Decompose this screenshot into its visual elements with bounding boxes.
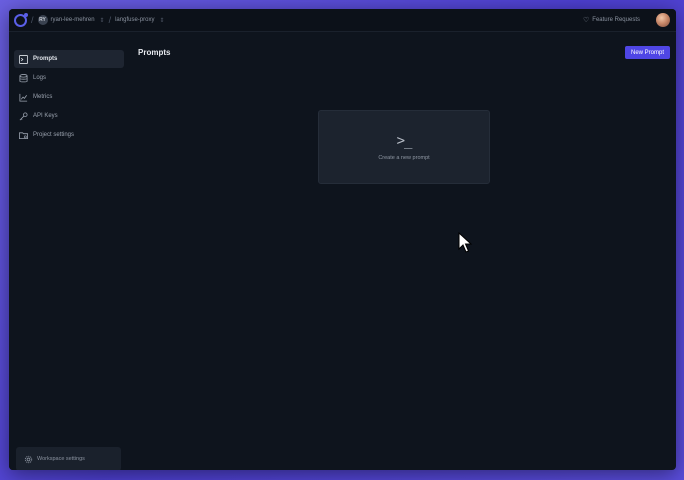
sidebar-item-prompts[interactable]: Prompts xyxy=(14,50,124,68)
chart-icon xyxy=(18,92,28,102)
chevron-updown-icon[interactable]: ⇕ xyxy=(100,17,105,24)
sidebar-item-label: Metrics xyxy=(33,94,53,100)
sidebar: Prompts Logs Metrics API Keys Project se… xyxy=(9,33,127,470)
sidebar-item-label: Project settings xyxy=(33,132,75,138)
folder-gear-icon xyxy=(18,130,28,140)
workspace-settings-label: Workspace settings xyxy=(37,456,85,462)
create-prompt-card[interactable]: >_ Create a new prompt xyxy=(318,110,490,184)
create-prompt-label: Create a new prompt xyxy=(378,155,430,161)
workspace-switcher[interactable]: ryan-lee-mehren xyxy=(51,17,95,23)
heart-icon: ♡ xyxy=(583,17,590,24)
workspace-settings-button[interactable]: Workspace settings xyxy=(16,447,121,470)
project-switcher[interactable]: langfuse-proxy xyxy=(115,17,154,23)
main-content: Prompts New Prompt >_ Create a new promp… xyxy=(127,33,676,470)
sidebar-item-metrics[interactable]: Metrics xyxy=(14,88,124,106)
chevron-updown-icon[interactable]: ⇕ xyxy=(159,17,164,24)
user-avatar[interactable] xyxy=(656,13,670,27)
database-icon xyxy=(18,73,28,83)
sidebar-item-label: Prompts xyxy=(33,56,58,62)
sidebar-item-logs[interactable]: Logs xyxy=(14,69,124,87)
workspace-avatar: RY xyxy=(37,15,48,25)
gear-icon xyxy=(23,454,33,464)
feature-requests-link[interactable]: ♡ Feature Requests xyxy=(583,16,640,24)
sidebar-item-label: API Keys xyxy=(33,113,58,119)
breadcrumb-separator: / xyxy=(108,15,112,25)
top-right-actions: ♡ Feature Requests xyxy=(583,13,670,27)
sidebar-item-api-keys[interactable]: API Keys xyxy=(14,107,124,125)
sidebar-item-project-settings[interactable]: Project settings xyxy=(14,126,124,144)
mouse-cursor-icon xyxy=(458,232,473,253)
feature-requests-label: Feature Requests xyxy=(592,17,640,23)
new-prompt-button[interactable]: New Prompt xyxy=(625,46,670,59)
sidebar-item-label: Logs xyxy=(33,75,47,81)
app-window: / RY ryan-lee-mehren ⇕ / langfuse-proxy … xyxy=(9,9,676,470)
breadcrumb-separator: / xyxy=(31,15,34,25)
terminal-icon xyxy=(18,54,28,64)
top-bar: / RY ryan-lee-mehren ⇕ / langfuse-proxy … xyxy=(9,9,676,32)
key-icon xyxy=(18,111,28,121)
terminal-icon: >_ xyxy=(396,133,413,149)
logo-icon[interactable] xyxy=(14,12,28,27)
page-title: Prompts xyxy=(138,48,171,57)
